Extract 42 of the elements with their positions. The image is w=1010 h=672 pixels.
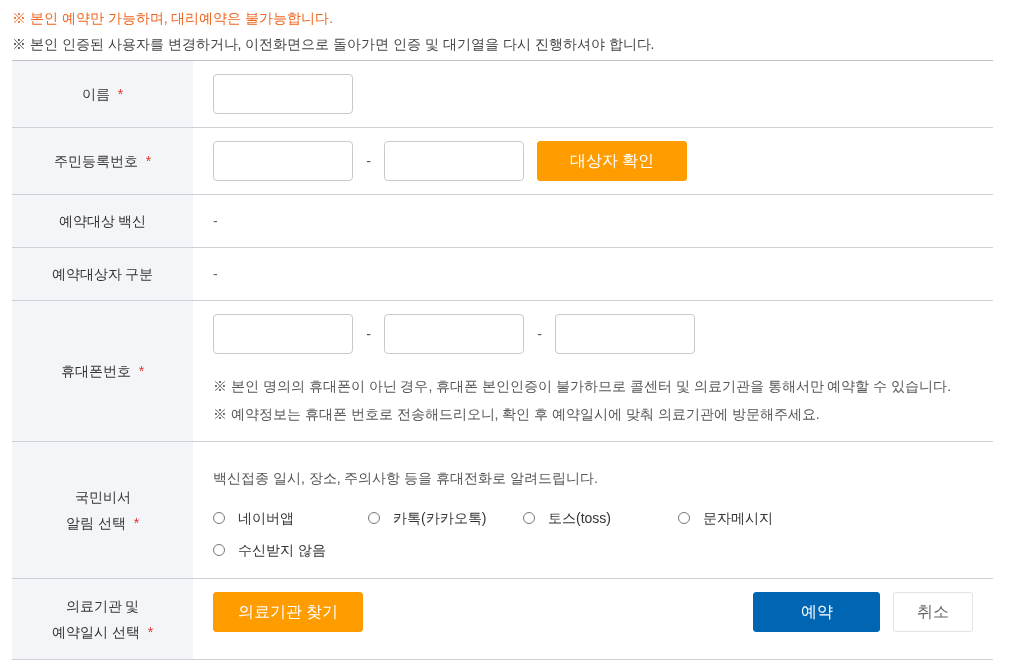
radio-label[interactable]: 수신받지 않음 xyxy=(238,539,326,561)
cancel-button[interactable]: 취소 xyxy=(893,592,973,632)
radio-button[interactable] xyxy=(678,512,690,524)
radio-label[interactable]: 네이버앱 xyxy=(238,507,294,529)
radio-button[interactable] xyxy=(368,512,380,524)
field-label: 알림 선택 xyxy=(65,514,126,533)
note-text: ※ 예약정보는 휴대폰 번호로 전송해드리오니, 확인 후 예약일시에 맞춰 의료기관에 방문해주세요. xyxy=(213,405,821,424)
field-label: 예약일시 선택 xyxy=(51,623,140,642)
field-label: 의료기관 및 xyxy=(65,597,140,616)
field-label: 예약대상자 구분 xyxy=(51,265,154,284)
field-label: 예약대상 백신 xyxy=(58,212,147,231)
required-asterisk: * xyxy=(147,623,154,642)
radio-label[interactable]: 토스(toss) xyxy=(548,507,611,529)
text-input[interactable] xyxy=(384,141,524,181)
text-input[interactable] xyxy=(213,314,353,354)
reserve-button[interactable]: 예약 xyxy=(753,592,880,632)
text-input[interactable] xyxy=(213,141,353,181)
required-asterisk: * xyxy=(117,85,124,104)
radio-label[interactable]: 문자메시지 xyxy=(703,507,773,529)
radio-button[interactable] xyxy=(523,512,535,524)
text-input[interactable] xyxy=(555,314,695,354)
field-label: 국민비서 xyxy=(74,488,131,507)
text-input[interactable] xyxy=(213,74,353,114)
text-input[interactable] xyxy=(384,314,524,354)
field-label: 주민등록번호 xyxy=(53,152,138,171)
required-asterisk: * xyxy=(145,152,152,171)
radio-button[interactable] xyxy=(213,512,225,524)
field-label: 휴대폰번호 xyxy=(60,362,131,381)
separator-text: - xyxy=(536,324,543,344)
value-text: - xyxy=(213,213,218,229)
field-label: 이름 xyxy=(81,85,110,104)
description-text: 백신접종 일시, 장소, 주의사항 등을 휴대전화로 알려드립니다. xyxy=(213,470,598,486)
note-text: ※ 본인 명의의 휴대폰이 아닌 경우, 휴대폰 본인인증이 불가하므로 콜센터 및 의료기관을 통해서만 예약할 수 있습니다. xyxy=(213,377,953,396)
separator-text: - xyxy=(365,151,372,171)
value-text: - xyxy=(213,266,218,282)
notice-text: ※ 본인 인증된 사용자를 변경하거나, 이전화면으로 돌아가면 인증 및 대기열을 다시 진행하셔야 합니다. xyxy=(12,35,656,54)
separator-text: - xyxy=(365,324,372,344)
notice-text: ※ 본인 예약만 가능하며, 대리예약은 불가능합니다. xyxy=(12,9,335,28)
required-asterisk: * xyxy=(138,362,145,381)
required-asterisk: * xyxy=(133,514,140,533)
radio-label[interactable]: 카톡(카카오톡) xyxy=(393,507,487,529)
radio-button[interactable] xyxy=(213,544,225,556)
